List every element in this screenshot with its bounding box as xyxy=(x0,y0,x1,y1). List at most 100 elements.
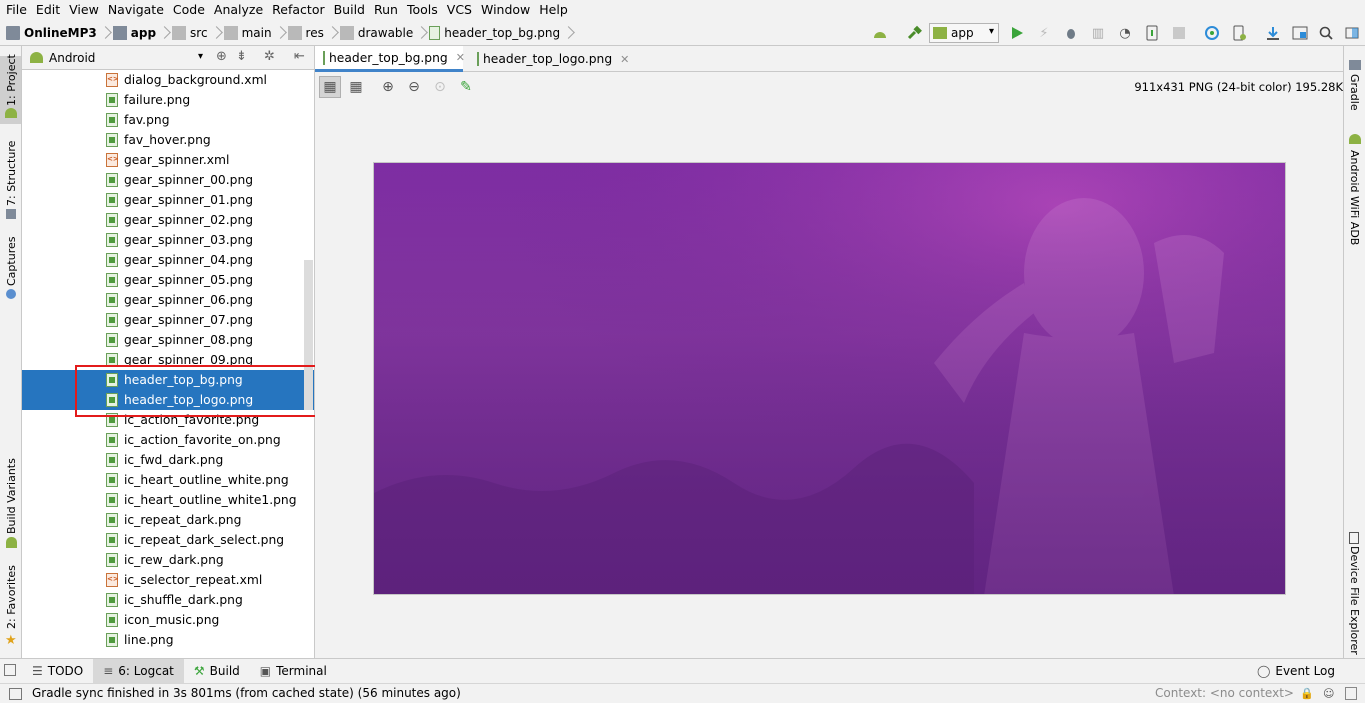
file-item[interactable]: gear_spinner.xml xyxy=(22,150,314,170)
menu-build[interactable]: Build xyxy=(330,2,369,17)
file-item[interactable]: ic_repeat_dark.png xyxy=(22,510,314,530)
file-item[interactable]: gear_spinner_03.png xyxy=(22,230,314,250)
file-item[interactable]: fav_hover.png xyxy=(22,130,314,150)
breadcrumb-drawable[interactable]: drawable xyxy=(358,26,413,40)
apply-changes-icon[interactable]: ⚡ xyxy=(1035,24,1053,42)
profile-icon[interactable]: ▥ xyxy=(1089,24,1107,42)
scroll-from-source-icon[interactable]: ⊕ xyxy=(216,49,227,64)
file-item[interactable]: gear_spinner_08.png xyxy=(22,330,314,350)
chevron-down-icon[interactable]: ▾ xyxy=(198,51,203,62)
menu-refactor[interactable]: Refactor xyxy=(268,2,328,17)
run-config-select[interactable]: app ▾ xyxy=(929,23,999,43)
hector-icon[interactable]: ☺ xyxy=(1323,687,1334,700)
file-item[interactable]: dialog_background.xml xyxy=(22,70,314,90)
memory-indicator-icon[interactable] xyxy=(1345,687,1357,700)
tool-window-device-file-explorer-label[interactable]: Device File Explorer xyxy=(1348,546,1361,655)
run-icon[interactable] xyxy=(1008,24,1026,42)
zoom-in-icon[interactable]: ⊕ xyxy=(377,76,399,98)
gear-icon[interactable]: ✲ xyxy=(264,49,275,64)
menu-navigate[interactable]: Navigate xyxy=(104,2,168,17)
tool-window-structure-label[interactable]: 7: Structure xyxy=(5,141,18,206)
menu-window[interactable]: Window xyxy=(477,2,534,17)
breadcrumb-res[interactable]: res xyxy=(306,26,324,40)
menu-code[interactable]: Code xyxy=(169,2,209,17)
breadcrumb-app[interactable]: app xyxy=(131,26,156,40)
zoom-out-icon[interactable]: ⊖ xyxy=(403,76,425,98)
breadcrumb-file[interactable]: header_top_bg.png xyxy=(444,26,560,40)
actual-size-icon[interactable]: ⊙ xyxy=(429,76,451,98)
tab-terminal[interactable]: ▣ Terminal xyxy=(250,659,337,684)
hide-panel-icon[interactable]: ⇤ xyxy=(294,49,305,64)
file-item[interactable]: ic_heart_outline_white.png xyxy=(22,470,314,490)
breadcrumb-project[interactable]: OnlineMP3 xyxy=(24,26,97,40)
breadcrumb-main[interactable]: main xyxy=(242,26,272,40)
toggle-tool-windows-icon[interactable] xyxy=(4,664,16,676)
file-item[interactable]: gear_spinner_07.png xyxy=(22,310,314,330)
split-window-icon[interactable] xyxy=(1343,24,1361,42)
breadcrumb-src[interactable]: src xyxy=(190,26,208,40)
tab-event-log[interactable]: ◯ Event Log xyxy=(1247,659,1345,684)
project-structure-icon[interactable] xyxy=(1291,24,1309,42)
menu-file[interactable]: File xyxy=(2,2,31,17)
project-view-mode[interactable]: Android xyxy=(49,51,95,65)
sdk-manager-icon[interactable] xyxy=(1264,24,1282,42)
chessboard-icon[interactable]: ▦ xyxy=(319,76,341,98)
tool-window-gradle-label[interactable]: Gradle xyxy=(1348,74,1361,111)
file-item[interactable]: gear_spinner_02.png xyxy=(22,210,314,230)
menu-analyze[interactable]: Analyze xyxy=(210,2,267,17)
tool-window-project-label[interactable]: 1: Project xyxy=(5,54,18,106)
file-item[interactable]: gear_spinner_00.png xyxy=(22,170,314,190)
file-item[interactable]: ic_repeat_dark_select.png xyxy=(22,530,314,550)
file-item[interactable]: ic_rew_dark.png xyxy=(22,550,314,570)
menu-edit[interactable]: Edit xyxy=(32,2,64,17)
file-item[interactable]: ic_fwd_dark.png xyxy=(22,450,314,470)
close-icon[interactable]: ✕ xyxy=(620,53,629,66)
file-item[interactable]: failure.png xyxy=(22,90,314,110)
color-picker-icon[interactable]: ✎ xyxy=(455,76,477,98)
image-file-icon xyxy=(477,52,479,66)
collapse-all-icon[interactable]: ⇟ xyxy=(236,49,247,64)
tool-window-wifi-adb-label[interactable]: Android WiFi ADB xyxy=(1348,150,1361,245)
tool-window-build-variants-label[interactable]: Build Variants xyxy=(5,458,18,534)
make-project-hammer-icon[interactable] xyxy=(905,24,923,42)
device-icon[interactable] xyxy=(1143,24,1161,42)
file-item[interactable]: ic_shuffle_dark.png xyxy=(22,590,314,610)
menu-run[interactable]: Run xyxy=(370,2,402,17)
menu-vcs[interactable]: VCS xyxy=(443,2,476,17)
file-item[interactable]: ic_heart_outline_white1.png xyxy=(22,490,314,510)
tool-window-favorites-label[interactable]: 2: Favorites xyxy=(5,565,18,629)
android-robot-icon[interactable] xyxy=(871,24,889,42)
status-message: Gradle sync finished in 3s 801ms (from c… xyxy=(32,686,461,700)
file-item[interactable]: ic_selector_repeat.xml xyxy=(22,570,314,590)
tab-header-top-logo[interactable]: header_top_logo.png ✕ xyxy=(469,46,629,72)
file-item[interactable]: gear_spinner_04.png xyxy=(22,250,314,270)
file-item[interactable]: gear_spinner_05.png xyxy=(22,270,314,290)
tab-build[interactable]: ⚒ Build xyxy=(184,659,250,684)
file-name: gear_spinner_04.png xyxy=(124,253,254,267)
stop-icon[interactable] xyxy=(1170,24,1188,42)
avd-manager-icon[interactable] xyxy=(1230,24,1248,42)
menu-tools[interactable]: Tools xyxy=(403,2,442,17)
file-item[interactable]: fav.png xyxy=(22,110,314,130)
lock-icon[interactable]: 🔒 xyxy=(1300,687,1314,700)
tool-window-captures-label[interactable]: Captures xyxy=(5,237,18,286)
grid-icon[interactable]: ▦ xyxy=(345,76,367,98)
menu-help[interactable]: Help xyxy=(535,2,572,17)
menu-view[interactable]: View xyxy=(65,2,103,17)
file-item[interactable]: gear_spinner_06.png xyxy=(22,290,314,310)
image-file-icon xyxy=(106,213,118,227)
attach-debugger-icon[interactable]: ◔ xyxy=(1116,24,1134,42)
tab-todo[interactable]: ☰ TODO xyxy=(22,659,93,684)
status-toggle-icon[interactable] xyxy=(9,688,22,700)
close-icon[interactable]: ✕ xyxy=(456,51,465,64)
sync-gradle-icon[interactable] xyxy=(1203,24,1221,42)
tab-logcat[interactable]: ≡ 6: Logcat xyxy=(93,658,184,684)
file-item[interactable]: gear_spinner_01.png xyxy=(22,190,314,210)
file-item[interactable]: line.png xyxy=(22,630,314,650)
file-item[interactable]: ic_action_favorite_on.png xyxy=(22,430,314,450)
breadcrumb: OnlineMP3 app src main res drawable head… xyxy=(0,20,572,46)
file-item[interactable]: icon_music.png xyxy=(22,610,314,630)
tab-header-top-bg[interactable]: header_top_bg.png ✕ xyxy=(315,46,465,72)
search-icon[interactable] xyxy=(1317,24,1335,42)
debug-icon[interactable] xyxy=(1062,24,1080,42)
